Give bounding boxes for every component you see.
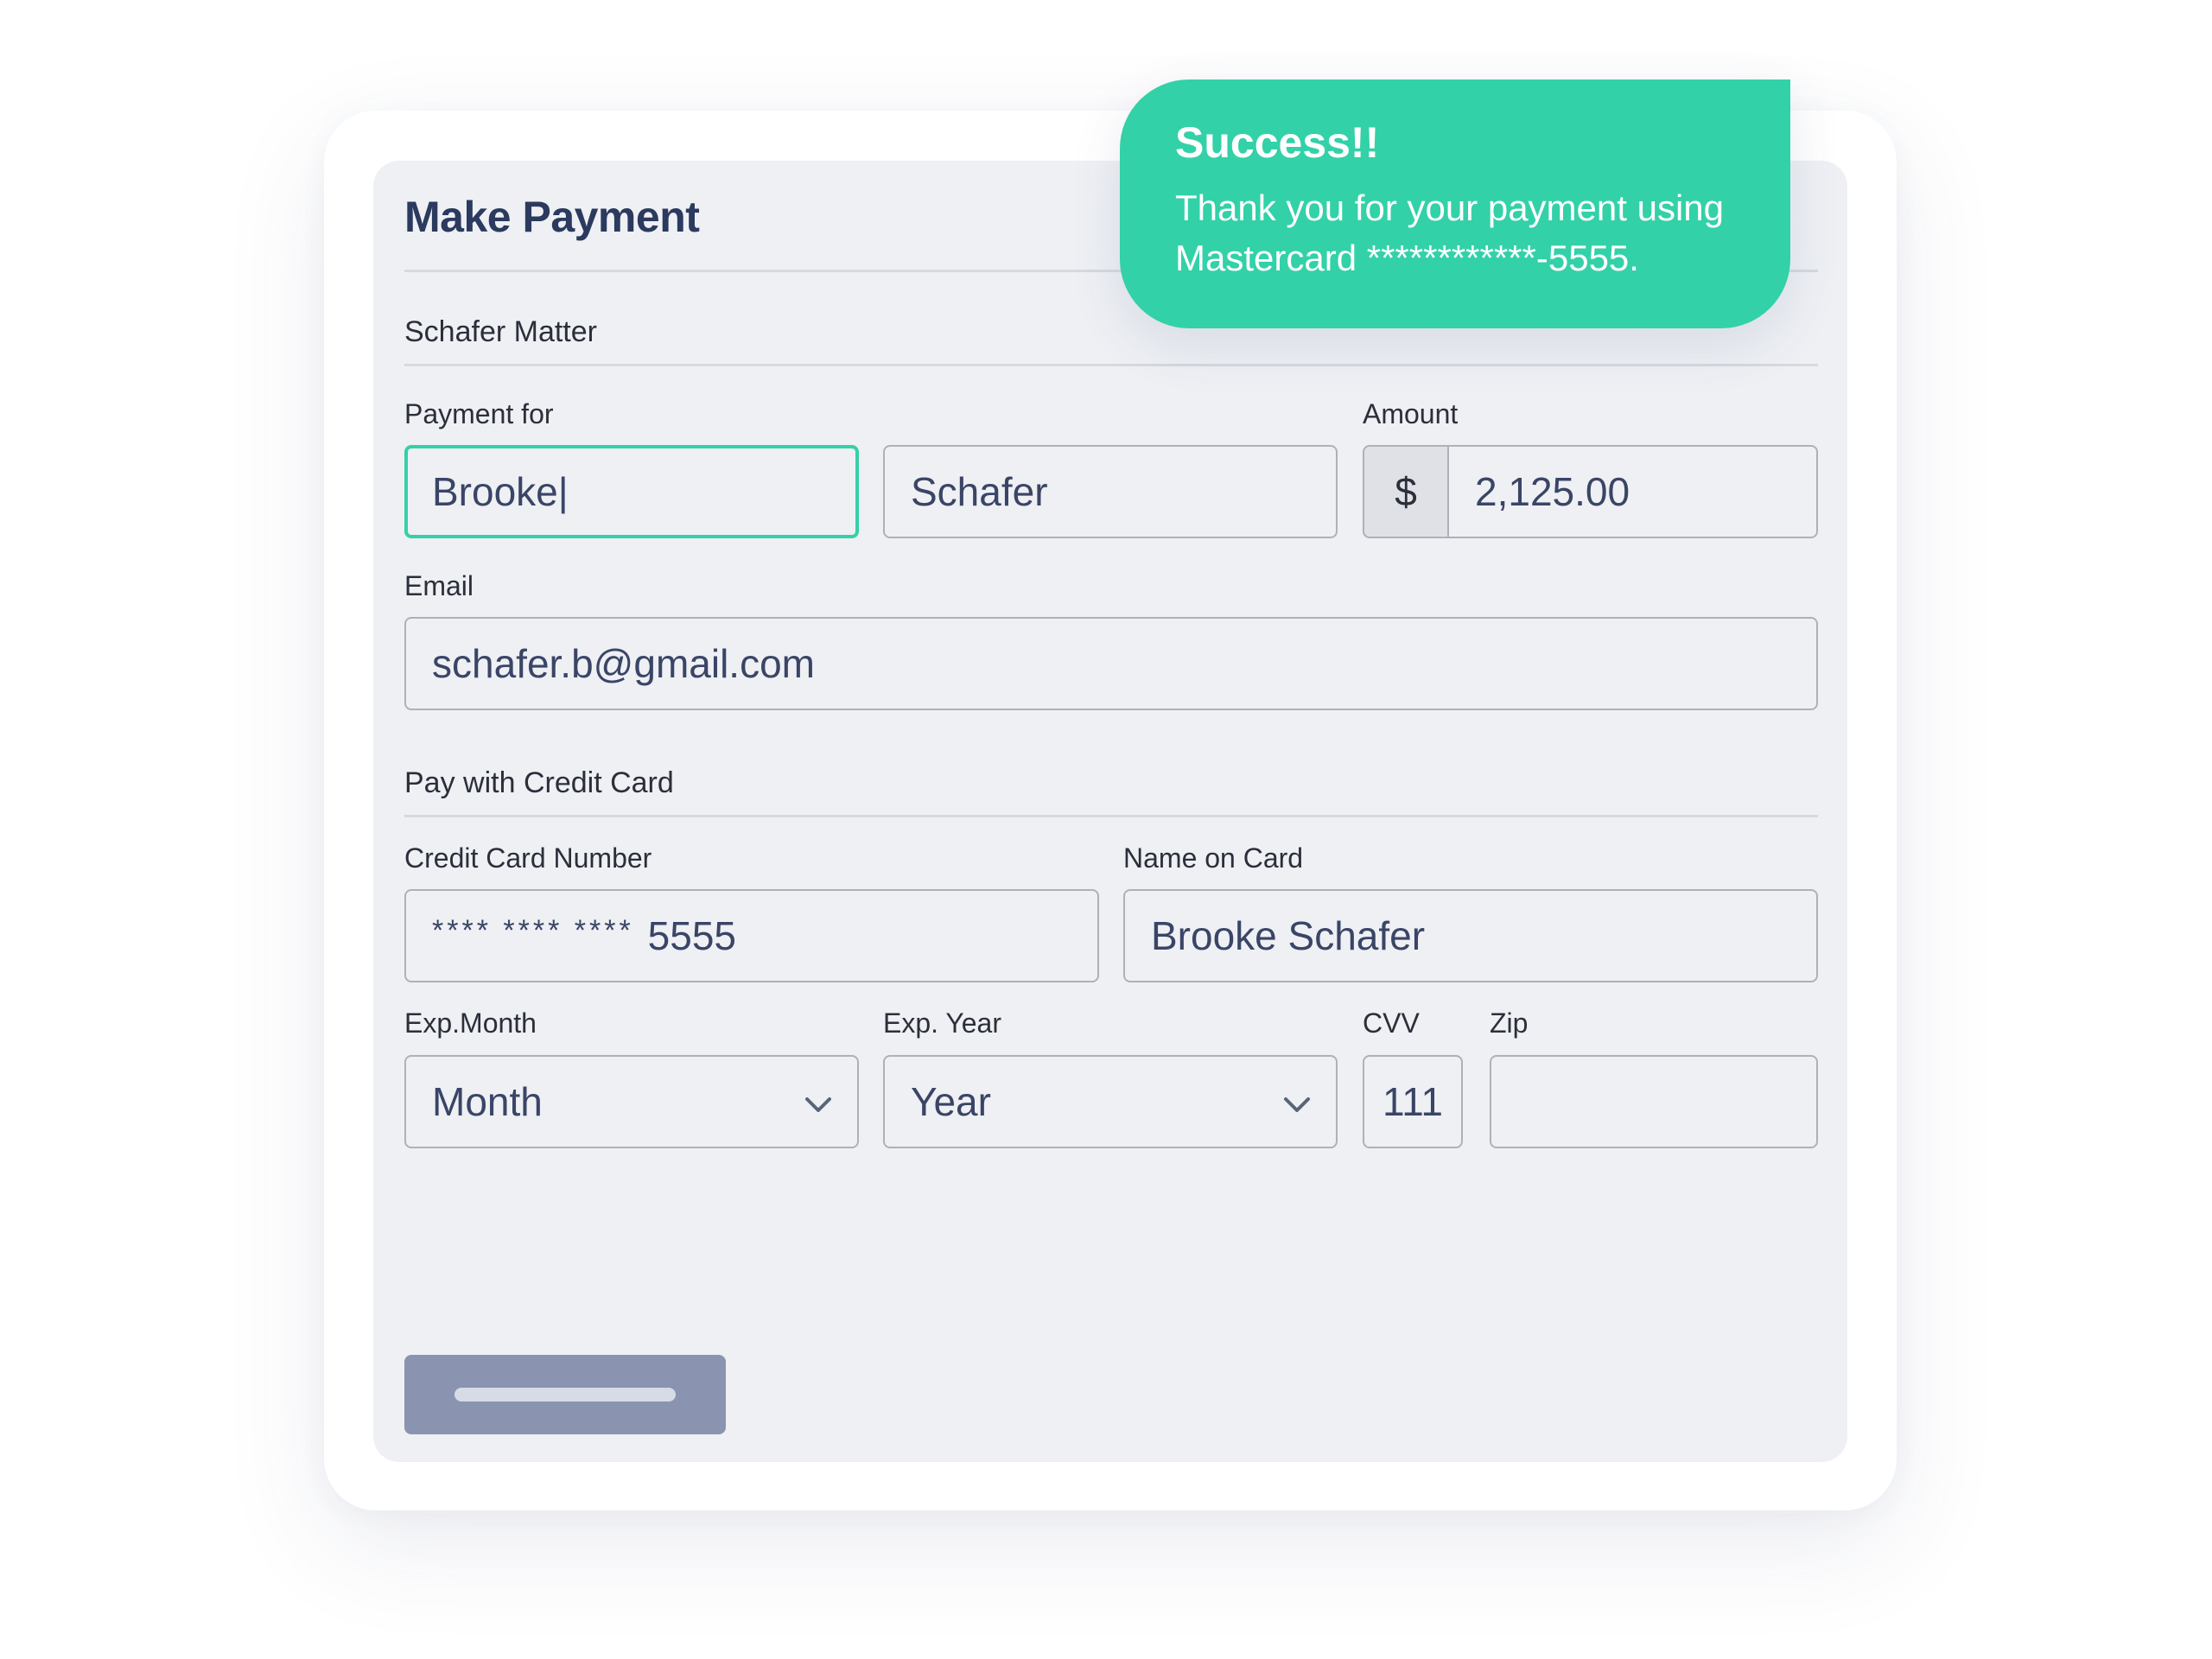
- card-number-label: Credit Card Number: [404, 842, 652, 874]
- chevron-down-icon: [805, 1097, 831, 1112]
- zip-label: Zip: [1490, 1007, 1529, 1039]
- amount-value: 2,125.00: [1475, 469, 1630, 514]
- toast-title: Success!!: [1175, 118, 1380, 167]
- zip-input[interactable]: [1490, 1055, 1818, 1148]
- name-on-card-label: Name on Card: [1123, 842, 1304, 874]
- submit-payment-button[interactable]: [404, 1355, 726, 1434]
- exp-year-select[interactable]: Year: [883, 1055, 1338, 1148]
- card-number-last4: 5555: [647, 913, 737, 958]
- button-label-placeholder: [454, 1388, 676, 1402]
- cvv-input[interactable]: 111: [1363, 1055, 1463, 1148]
- page-title: Make Payment: [404, 193, 700, 241]
- matter-divider: [404, 364, 1818, 366]
- card-number-mask: **** **** ****: [432, 913, 634, 947]
- amount-label: Amount: [1363, 398, 1459, 429]
- credit-card-section-title: Pay with Credit Card: [404, 766, 674, 799]
- card-number-input[interactable]: **** **** **** 5555: [404, 889, 1099, 982]
- credit-card-divider: [404, 815, 1818, 817]
- matter-label: Schafer Matter: [404, 315, 597, 348]
- cvv-label: CVV: [1363, 1007, 1420, 1039]
- success-toast: Success!! Thank you for your payment usi…: [1120, 79, 1790, 328]
- exp-year-value: Year: [911, 1079, 991, 1124]
- exp-year-label: Exp. Year: [883, 1007, 1001, 1039]
- exp-month-label: Exp.Month: [404, 1007, 537, 1039]
- currency-prefix: $: [1363, 445, 1449, 538]
- payment-card: [373, 161, 1847, 1462]
- last-name-input[interactable]: Schafer: [883, 445, 1338, 538]
- first-name-input[interactable]: Brooke|: [404, 445, 859, 538]
- cvv-value: 111: [1382, 1079, 1443, 1124]
- exp-month-select[interactable]: Month: [404, 1055, 859, 1148]
- amount-input[interactable]: 2,125.00: [1449, 445, 1818, 538]
- name-on-card-value: Brooke Schafer: [1151, 913, 1426, 958]
- email-value: schafer.b@gmail.com: [432, 641, 815, 686]
- chevron-down-icon: [1284, 1097, 1310, 1112]
- first-name-value: Brooke|: [432, 469, 569, 514]
- name-on-card-input[interactable]: Brooke Schafer: [1123, 889, 1818, 982]
- exp-month-value: Month: [432, 1079, 543, 1124]
- toast-message: Thank you for your payment using Masterc…: [1175, 188, 1725, 278]
- payment-for-label: Payment for: [404, 398, 554, 429]
- last-name-value: Schafer: [911, 469, 1048, 514]
- email-label: Email: [404, 570, 474, 601]
- email-input[interactable]: schafer.b@gmail.com: [404, 617, 1818, 710]
